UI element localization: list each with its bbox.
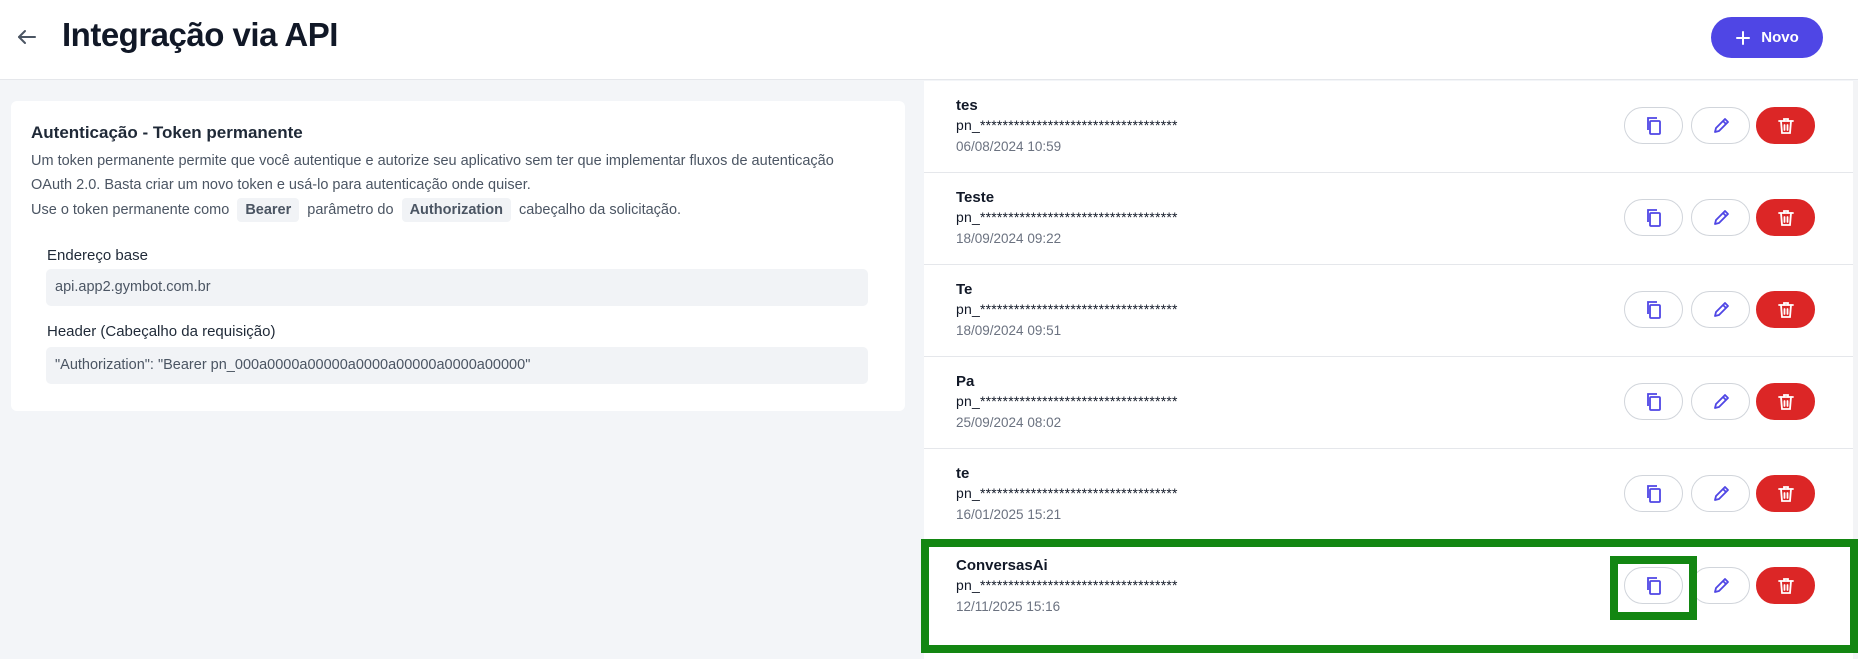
token-date: 12/11/2025 15:16 [956,599,1061,614]
token-name: Te [956,281,973,298]
pencil-icon [1713,577,1729,593]
copy-icon [1646,208,1661,227]
delete-token-button[interactable] [1756,199,1815,236]
token-date: 18/09/2024 09:22 [956,231,1062,246]
auth-desc-line-1: Um token permanente permite que você aut… [31,153,834,169]
trash-icon [1777,485,1794,502]
token-row: Teste pn_*******************************… [924,173,1854,265]
trash-icon [1777,117,1794,134]
pencil-icon [1713,485,1729,501]
delete-token-button[interactable] [1756,383,1815,420]
auth-desc-mid: parâmetro do [307,202,394,218]
token-row: Te pn_**********************************… [924,265,1854,357]
edit-token-button[interactable] [1691,291,1750,328]
token-name: tes [956,97,978,114]
edit-token-button[interactable] [1691,567,1750,604]
pencil-icon [1713,117,1729,133]
scrollbar[interactable] [1853,81,1858,659]
edit-token-button[interactable] [1691,383,1750,420]
delete-token-button[interactable] [1756,567,1815,604]
delete-token-button[interactable] [1756,107,1815,144]
copy-icon [1646,116,1661,135]
token-mask: pn_*********************************** [956,209,1178,225]
auth-description: Um token permanente permite que você aut… [31,149,891,222]
auth-desc-line-3: Use o token permanente como Bearer parâm… [31,198,891,222]
copy-token-button[interactable] [1624,567,1683,604]
pencil-icon [1713,209,1729,225]
back-button[interactable] [12,22,42,52]
copy-token-button[interactable] [1624,291,1683,328]
edit-token-button[interactable] [1691,199,1750,236]
new-button-label: Novo [1761,29,1799,46]
token-name: ConversasAi [956,557,1048,574]
edit-token-button[interactable] [1691,475,1750,512]
auth-desc-line-2: OAuth 2.0. Basta criar um novo token e u… [31,177,531,193]
edit-token-button[interactable] [1691,107,1750,144]
new-token-button[interactable]: Novo [1711,17,1823,58]
auth-desc-prefix: Use o token permanente como [31,202,230,218]
trash-icon [1777,577,1794,594]
bearer-chip: Bearer [237,198,300,222]
trash-icon [1777,209,1794,226]
token-mask: pn_*********************************** [956,393,1178,409]
token-row: Pa pn_**********************************… [924,357,1854,449]
copy-token-button[interactable] [1624,383,1683,420]
token-mask: pn_*********************************** [956,117,1178,133]
token-name: te [956,465,970,482]
token-mask: pn_*********************************** [956,577,1178,593]
page-title: Integração via API [62,16,338,53]
auth-card: Autenticação - Token permanente Um token… [11,101,905,411]
token-mask: pn_*********************************** [956,485,1178,501]
base-address-label: Endereço base [47,247,148,264]
token-date: 25/09/2024 08:02 [956,415,1062,430]
pencil-icon [1713,301,1729,317]
page-header: Integração via API Novo [0,0,1858,80]
arrow-left-icon [18,30,36,44]
base-address-field[interactable]: api.app2.gymbot.com.br [46,269,868,306]
token-name: Teste [956,189,995,206]
trash-icon [1777,393,1794,410]
copy-icon [1646,576,1661,595]
copy-token-button[interactable] [1624,199,1683,236]
authorization-chip: Authorization [401,198,512,222]
header-field[interactable]: "Authorization": "Bearer pn_000a0000a000… [46,347,868,384]
token-row: te pn_**********************************… [924,449,1854,541]
auth-desc-suffix: cabeçalho da solicitação. [519,202,682,218]
header-label: Header (Cabeçalho da requisição) [47,323,276,340]
delete-token-button[interactable] [1756,291,1815,328]
token-date: 06/08/2024 10:59 [956,139,1062,154]
token-name: Pa [956,373,975,390]
copy-icon [1646,392,1661,411]
token-row: tes pn_*********************************… [924,81,1854,173]
token-row: ConversasAi pn_*************************… [924,541,1854,633]
delete-token-button[interactable] [1756,475,1815,512]
token-date: 16/01/2025 15:21 [956,507,1062,522]
copy-token-button[interactable] [1624,107,1683,144]
token-mask: pn_*********************************** [956,301,1178,317]
copy-icon [1646,300,1661,319]
copy-token-button[interactable] [1624,475,1683,512]
token-date: 18/09/2024 09:51 [956,323,1062,338]
copy-icon [1646,484,1661,503]
plus-icon [1736,30,1751,45]
trash-icon [1777,301,1794,318]
token-list: tes pn_*********************************… [924,81,1858,659]
auth-title: Autenticação - Token permanente [31,123,303,142]
pencil-icon [1713,393,1729,409]
